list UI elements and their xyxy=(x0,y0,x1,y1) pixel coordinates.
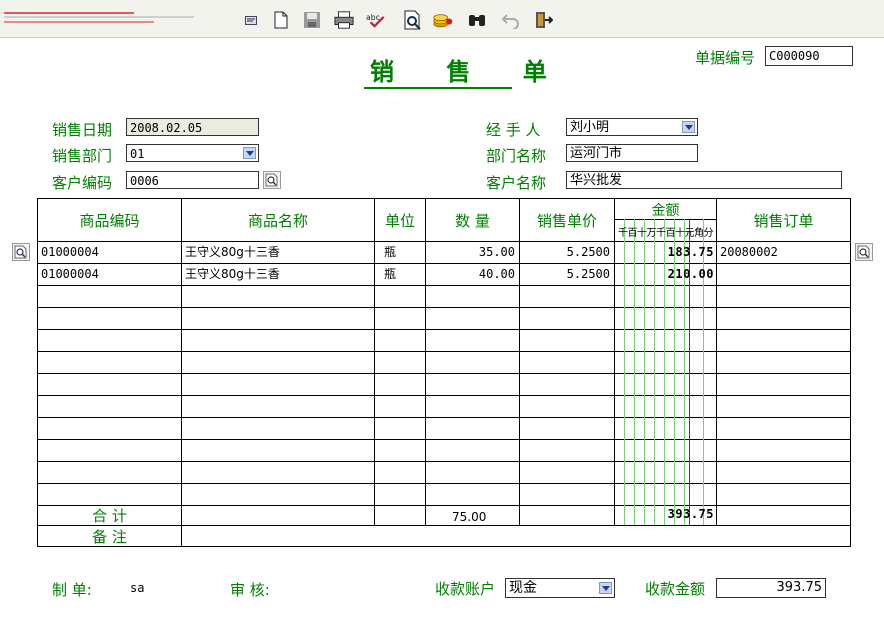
spell-check-icon[interactable]: abc xyxy=(366,10,386,30)
amount-digit-headers: 千百十万千百十元角分 xyxy=(618,228,714,239)
row-lookup-right-button[interactable] xyxy=(855,243,873,261)
cell-qty[interactable]: 40.00 xyxy=(426,264,515,285)
dept-select[interactable]: 01 xyxy=(126,144,259,162)
toolbar-border xyxy=(0,37,884,38)
col-header-price: 销售单价 xyxy=(536,211,597,230)
total-amount: 393.75 xyxy=(667,507,714,521)
col-header-code: 商品编码 xyxy=(79,211,140,230)
review-label: 审 核: xyxy=(230,581,270,599)
dept-name-label: 部门名称 xyxy=(486,147,547,165)
cell-amount[interactable]: 210.00 xyxy=(615,264,714,285)
cell-amount[interactable]: 183.75 xyxy=(615,242,714,263)
chevron-down-icon[interactable] xyxy=(243,147,256,159)
find-icon[interactable] xyxy=(467,10,487,30)
magnifier-icon xyxy=(857,245,870,259)
magnifier-icon xyxy=(265,173,278,187)
sale-date-field[interactable]: 2008.02.05 xyxy=(126,118,259,136)
handler-label: 经 手 人 xyxy=(486,121,541,139)
cell-code[interactable]: 01000004 xyxy=(41,264,99,285)
cell-price[interactable]: 5.2500 xyxy=(520,242,610,263)
maker-value: sa xyxy=(130,581,145,595)
page-title: 销 售 单 xyxy=(370,57,569,86)
title-underline xyxy=(364,87,512,89)
magnifier-icon xyxy=(14,245,27,259)
maker-label: 制 单: xyxy=(52,581,92,599)
svg-text:abc: abc xyxy=(366,13,380,22)
doc-no-label: 单据编号 xyxy=(695,49,756,67)
sale-date-label: 销售日期 xyxy=(52,121,113,139)
cell-unit[interactable]: 瓶 xyxy=(384,264,396,285)
cell-name[interactable]: 王守义80g十三香 xyxy=(185,242,280,263)
edit-icon[interactable] xyxy=(242,10,262,30)
dept-name-field[interactable]: 运河门市 xyxy=(566,144,698,162)
customer-code-label: 客户编码 xyxy=(52,174,113,192)
cell-qty[interactable]: 35.00 xyxy=(426,242,515,263)
receipt-amount-field[interactable]: 393.75 xyxy=(716,578,826,598)
toolbar-decoration xyxy=(4,12,134,14)
customer-name-label: 客户名称 xyxy=(486,174,547,192)
cell-name[interactable]: 王守义80g十三香 xyxy=(185,264,280,285)
toolbar: abc xyxy=(0,0,884,38)
undo-icon[interactable] xyxy=(501,10,521,30)
toolbar-decoration xyxy=(4,21,154,23)
save-icon[interactable] xyxy=(302,10,322,30)
col-header-order: 销售订单 xyxy=(753,211,814,230)
col-header-unit: 单位 xyxy=(384,211,415,230)
chevron-down-icon[interactable] xyxy=(682,121,695,133)
remark-field[interactable] xyxy=(182,526,850,546)
coins-icon[interactable] xyxy=(433,10,453,30)
print-preview-icon[interactable] xyxy=(403,10,423,30)
col-header-name: 商品名称 xyxy=(247,211,308,230)
handler-select-value: 刘小明 xyxy=(570,120,610,135)
doc-no-field[interactable]: C000090 xyxy=(765,46,853,66)
dept-label: 销售部门 xyxy=(52,147,113,165)
total-label: 合 计 xyxy=(92,507,127,525)
exit-icon[interactable] xyxy=(533,10,553,30)
col-header-amount: 金额 xyxy=(651,202,680,219)
dept-select-value: 01 xyxy=(130,147,145,161)
receipt-amount-label: 收款金额 xyxy=(645,580,706,598)
account-select-value: 现金 xyxy=(509,580,537,596)
cell-price[interactable]: 5.2500 xyxy=(520,264,610,285)
row-lookup-left-button[interactable] xyxy=(12,243,30,261)
account-select[interactable]: 现金 xyxy=(505,578,615,598)
customer-name-field[interactable]: 华兴批发 xyxy=(566,171,842,189)
handler-select[interactable]: 刘小明 xyxy=(566,118,698,136)
chevron-down-icon[interactable] xyxy=(599,582,612,594)
account-label: 收款账户 xyxy=(435,580,496,598)
total-qty: 75.00 xyxy=(452,510,487,524)
cell-unit[interactable]: 瓶 xyxy=(384,242,396,263)
col-header-qty: 数 量 xyxy=(455,211,490,230)
print-icon[interactable] xyxy=(334,10,354,30)
customer-code-field[interactable]: 0006 xyxy=(126,171,259,189)
toolbar-decoration xyxy=(4,16,194,18)
remark-label: 备 注 xyxy=(92,527,127,546)
cell-order[interactable]: 20080002 xyxy=(720,242,778,263)
cell-code[interactable]: 01000004 xyxy=(41,242,99,263)
new-document-icon[interactable] xyxy=(271,10,291,30)
customer-lookup-button[interactable] xyxy=(263,171,281,189)
